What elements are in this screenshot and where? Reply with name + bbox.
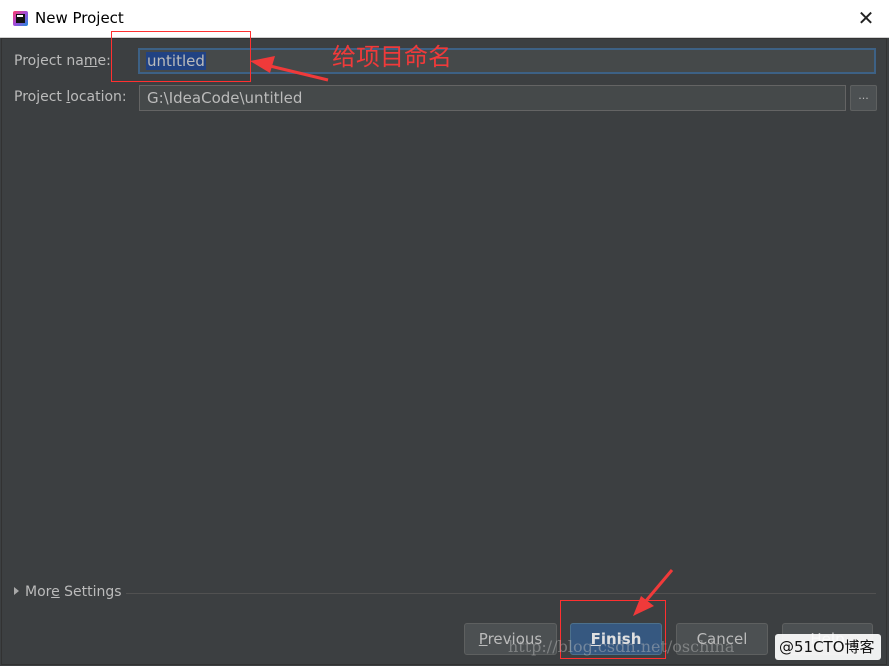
project-location-label: Project location: [14,89,127,105]
browse-button[interactable]: ... [850,85,877,111]
selected-project-name: untitled [146,52,206,70]
new-project-dialog: Project name: untitled Project location:… [1,38,887,665]
cancel-button[interactable]: Cancel [676,623,768,655]
watermark-badge: @51CTO博客 [775,634,881,660]
expand-triangle-icon [14,587,19,595]
annotation-note: 给项目命名 [332,43,452,71]
window-title: New Project [35,9,124,27]
more-settings-toggle[interactable]: More Settings [14,584,122,600]
project-location-input[interactable]: G:\IdeaCode\untitled [139,85,846,111]
close-icon[interactable]: ✕ [852,4,880,32]
title-bar: New Project ✕ [0,0,889,38]
project-name-input[interactable]: untitled [138,48,876,74]
project-name-label: Project name: [14,53,111,69]
more-settings-divider [126,593,876,594]
previous-button[interactable]: Previous [464,623,557,655]
finish-button[interactable]: Finish [570,623,662,655]
intellij-idea-icon [13,11,28,26]
